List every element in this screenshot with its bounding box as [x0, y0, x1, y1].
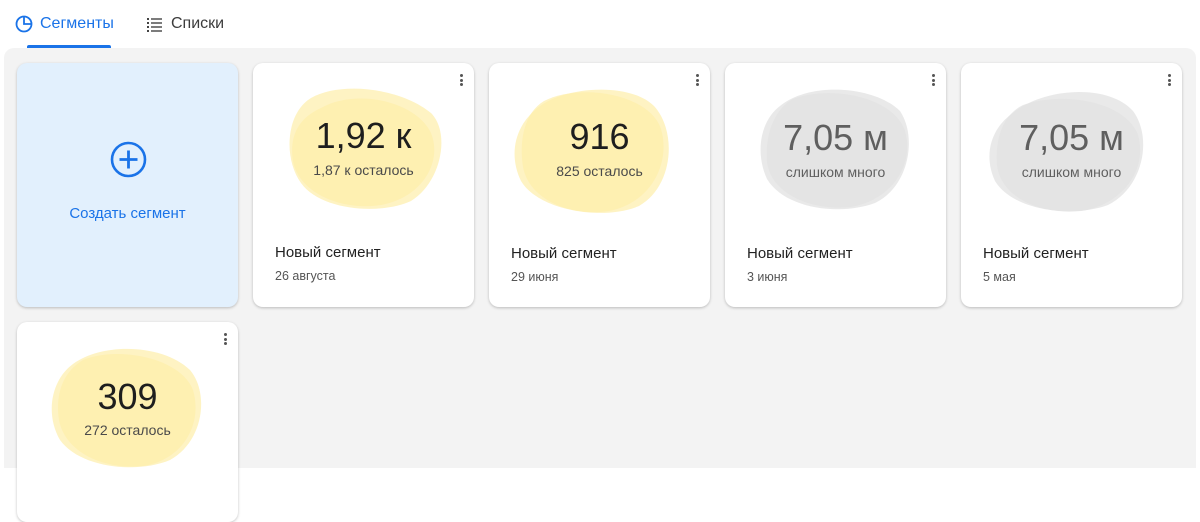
- segment-date: 29 июня: [511, 270, 559, 284]
- segment-card[interactable]: 309 272 осталось: [17, 322, 238, 522]
- more-vert-icon[interactable]: [454, 73, 468, 89]
- tab-segments-label: Сегменты: [40, 15, 114, 32]
- segment-size-value: 7,05 м: [783, 117, 888, 158]
- segment-size-value: 1,92 к: [315, 115, 412, 156]
- segment-card[interactable]: 916 825 осталось Новый сегмент 29 июня: [489, 63, 710, 307]
- segment-name: Новый сегмент: [983, 245, 1089, 262]
- segment-name: Новый сегмент: [275, 244, 381, 261]
- create-segment-label: Создать сегмент: [69, 205, 186, 222]
- segment-card[interactable]: 7,05 м слишком много Новый сегмент 3 июн…: [725, 63, 946, 307]
- segment-name: Новый сегмент: [747, 245, 853, 262]
- segment-remaining: 1,87 к осталось: [313, 162, 414, 178]
- plus-circle-icon: [110, 141, 147, 178]
- tab-segments[interactable]: Сегменты: [14, 0, 114, 48]
- segment-size-value: 309: [97, 376, 158, 417]
- segment-remaining: 825 осталось: [556, 163, 643, 179]
- more-vert-icon[interactable]: [1162, 73, 1176, 89]
- segment-size-value: 916: [569, 116, 630, 157]
- more-vert-icon[interactable]: [690, 73, 704, 89]
- tab-lists-label: Списки: [171, 15, 225, 32]
- segment-card[interactable]: 7,05 м слишком много Новый сегмент 5 мая: [961, 63, 1182, 307]
- tab-lists[interactable]: Списки: [145, 0, 224, 48]
- segment-card[interactable]: 1,92 к 1,87 к осталось Новый сегмент 26 …: [253, 63, 474, 307]
- tab-bar: Сегменты Списки: [0, 0, 1200, 48]
- segment-date: 5 мая: [983, 270, 1016, 284]
- pie-chart-icon: [15, 15, 33, 33]
- more-vert-icon[interactable]: [926, 73, 940, 89]
- segment-remaining: 272 осталось: [84, 422, 171, 438]
- segment-date: 26 августа: [275, 269, 336, 283]
- create-segment-card[interactable]: Создать сегмент: [17, 63, 238, 307]
- list-icon: [147, 18, 162, 32]
- segment-size-value: 7,05 м: [1019, 117, 1124, 158]
- more-vert-icon[interactable]: [218, 332, 232, 348]
- segment-remaining: слишком много: [1021, 164, 1122, 180]
- segment-name: Новый сегмент: [511, 245, 617, 262]
- segment-remaining: слишком много: [785, 164, 886, 180]
- segment-date: 3 июня: [747, 270, 788, 284]
